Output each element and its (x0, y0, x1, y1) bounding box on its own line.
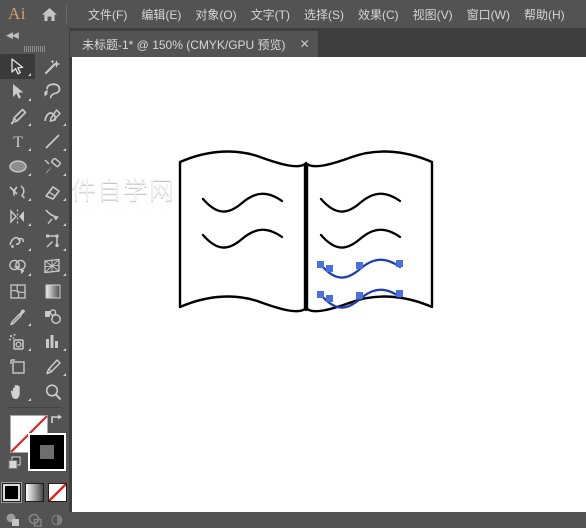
wave-line-left-1 (201, 192, 284, 213)
canvas-left-edge (70, 57, 72, 512)
tool-hand[interactable] (0, 379, 35, 404)
flyout-indicator (63, 248, 66, 251)
color-mode-button[interactable] (1, 482, 22, 503)
tool-shape-builder[interactable] (0, 254, 35, 279)
tool-type[interactable]: T (0, 129, 35, 154)
tool-column-graph[interactable] (35, 329, 70, 354)
flyout-indicator (63, 173, 66, 176)
flyout-indicator (28, 98, 31, 101)
stroke-swatch-inner (36, 441, 58, 463)
document-tab[interactable]: 未标题-1* @ 150% (CMYK/GPU 预览) ✕ (70, 31, 318, 57)
tool-button-grid: T (0, 54, 70, 404)
flyout-indicator (28, 198, 31, 201)
tool-pen[interactable] (0, 104, 35, 129)
tool-blend[interactable] (35, 304, 70, 329)
swap-fill-stroke-icon[interactable] (50, 413, 64, 432)
paint-mode-buttons (0, 482, 69, 503)
menu-select[interactable]: 选择(S) (297, 3, 351, 26)
tool-rotate[interactable] (0, 204, 35, 229)
tool-gradient[interactable] (35, 279, 70, 304)
drawing-mode-normal[interactable] (4, 511, 21, 528)
default-fill-stroke-icon[interactable] (8, 456, 22, 475)
flyout-indicator (28, 148, 31, 151)
menu-edit[interactable]: 编辑(E) (134, 3, 188, 26)
menu-effect[interactable]: 效果(C) (351, 3, 406, 26)
stroke-swatch[interactable] (28, 433, 66, 471)
flyout-indicator (28, 248, 31, 251)
tool-magic-wand[interactable] (35, 54, 70, 79)
svg-text:T: T (13, 134, 23, 150)
flyout-indicator (28, 123, 31, 126)
toolbar-divider (7, 407, 62, 408)
flyout-indicator (28, 173, 31, 176)
flyout-indicator (63, 373, 66, 376)
flyout-indicator (63, 223, 66, 226)
flyout-indicator (63, 148, 66, 151)
none-mode-button[interactable] (48, 483, 67, 502)
wave-line-left-2 (201, 228, 284, 249)
menu-object[interactable]: 对象(O) (188, 3, 243, 26)
document-tab-title: 未标题-1* @ 150% (CMYK/GPU 预览) (82, 37, 286, 52)
flyout-indicator (63, 123, 66, 126)
fill-stroke-controls (0, 411, 69, 477)
drawing-mode-inside[interactable] (48, 511, 65, 528)
gradient-mode-button[interactable] (25, 483, 44, 502)
tool-lasso[interactable] (35, 79, 70, 104)
tools-panel: ◀◀ T (0, 28, 70, 527)
open-book-illustration[interactable] (70, 57, 586, 512)
home-icon[interactable] (34, 0, 64, 28)
book-left-page (178, 150, 307, 313)
tool-curvature[interactable] (35, 104, 70, 129)
menu-item-list: 文件(F) 编辑(E) 对象(O) 文字(T) 选择(S) 效果(C) 视图(V… (81, 3, 572, 26)
flyout-indicator (63, 198, 66, 201)
selected-paths-group (317, 258, 403, 309)
menubar-divider (66, 5, 67, 23)
tool-selection[interactable] (0, 54, 35, 79)
menu-view[interactable]: 视图(V) (406, 3, 460, 26)
tool-artboard[interactable] (0, 354, 35, 379)
tool-perspective-grid[interactable] (35, 254, 70, 279)
flyout-indicator (28, 323, 31, 326)
tool-line-segment[interactable] (35, 129, 70, 154)
flyout-indicator (28, 348, 31, 351)
document-canvas[interactable]: 软件自学网 WWW.RJZXW.COM (70, 57, 586, 512)
tool-ellipse[interactable] (0, 154, 35, 179)
close-icon[interactable]: ✕ (300, 38, 310, 50)
drawing-mode-behind[interactable] (26, 511, 43, 528)
flyout-indicator (28, 223, 31, 226)
menu-file[interactable]: 文件(F) (81, 3, 134, 26)
flyout-indicator (28, 398, 31, 401)
tool-symbol-sprayer[interactable] (0, 329, 35, 354)
panel-drag-handle[interactable] (0, 43, 69, 54)
wave-line-right-1 (319, 192, 402, 213)
document-tab-strip: 未标题-1* @ 150% (CMYK/GPU 预览) ✕ (70, 28, 586, 58)
app-logo: Ai (8, 4, 26, 23)
tool-eyedropper[interactable] (0, 304, 35, 329)
flyout-indicator (28, 273, 31, 276)
menu-window[interactable]: 窗口(W) (460, 3, 517, 26)
menu-bar: Ai 文件(F) 编辑(E) 对象(O) 文字(T) 选择(S) 效果(C) 视… (0, 0, 586, 28)
tool-direct-selection[interactable] (0, 79, 35, 104)
tool-mesh[interactable] (0, 279, 35, 304)
tool-slice[interactable] (35, 354, 70, 379)
flyout-indicator (63, 273, 66, 276)
tool-shaper[interactable] (0, 179, 35, 204)
drawing-mode-buttons (0, 511, 69, 528)
menu-help[interactable]: 帮助(H) (517, 3, 572, 26)
tool-free-transform[interactable] (35, 229, 70, 254)
wave-line-right-2 (319, 228, 402, 249)
collapse-panel-button[interactable]: ◀◀ (0, 28, 69, 43)
tool-width[interactable] (0, 229, 35, 254)
tool-paintbrush[interactable] (35, 154, 70, 179)
tool-scale[interactable] (35, 204, 70, 229)
flyout-indicator (63, 348, 66, 351)
menu-type[interactable]: 文字(T) (244, 3, 297, 26)
illustrator-window: Ai 文件(F) 编辑(E) 对象(O) 文字(T) 选择(S) 效果(C) 视… (0, 0, 586, 527)
tool-zoom[interactable] (35, 379, 70, 404)
tool-eraser[interactable] (35, 179, 70, 204)
flyout-indicator (28, 73, 31, 76)
